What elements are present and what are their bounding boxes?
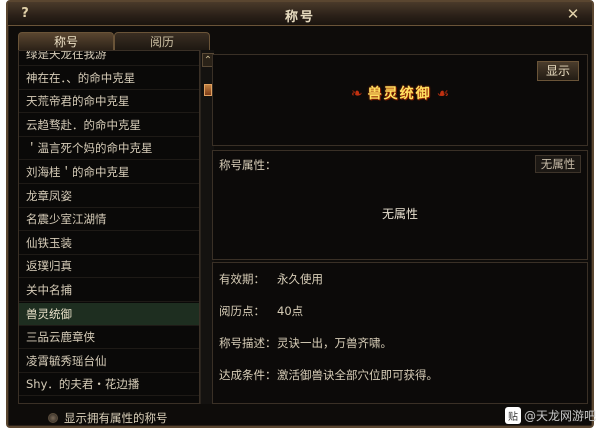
title-list-item[interactable]: 龙章凤姿 [19, 185, 199, 208]
watermark-badge: 贴 [504, 407, 521, 424]
scroll-thumb[interactable] [204, 84, 212, 96]
attribute-filter[interactable]: 显示拥有属性的称号 [48, 410, 168, 426]
attribute-value: 无属性 [381, 207, 418, 221]
show-button[interactable]: 显示 [537, 61, 579, 81]
window-title: 称号 [284, 10, 315, 25]
close-icon[interactable]: ✕ [564, 5, 582, 23]
condition-value: 激活御兽诀全部穴位即可获得。 [277, 368, 438, 382]
attribute-panel: 称号属性： 无属性 无属性 [212, 150, 588, 260]
title-list-item[interactable]: 凌霄毓秀瑶台仙 [19, 350, 199, 373]
title-list-item[interactable]: 刘海桂＇的命中克星 [19, 161, 199, 184]
title-list-item[interactable]: 三品云鹿章侠 [19, 326, 199, 350]
attribute-button[interactable]: 无属性 [535, 155, 581, 173]
preview-panel: 显示 ❧ 兽灵统御 ☙ [212, 54, 588, 146]
watermark-text: @天龙网游吧 [523, 409, 596, 423]
title-list-item[interactable]: ＇温言死个妈的命中克星 [19, 137, 199, 161]
experience-row: 阅历点： 40点 [219, 303, 303, 319]
validity-label: 有效期： [219, 272, 265, 286]
title-window: ? 称号 ✕ 称号 阅历 绿是天龙往我游 神在在．、的命中克星 天荒帝君的命中克星云… [6, 0, 594, 428]
watermark: 贴 @天龙网游吧 [504, 407, 596, 424]
experience-label: 阅历点： [219, 304, 265, 318]
condition-label: 达成条件： [219, 368, 277, 382]
filter-radio-icon[interactable] [48, 413, 58, 423]
title-emblem: ❧ 兽灵统御 ☙ [213, 83, 587, 109]
experience-value: 40点 [277, 304, 304, 318]
emblem-left-wing-icon: ❧ [350, 86, 363, 102]
title-list-item[interactable]: 天荒帝君的命中克星 [19, 90, 199, 114]
tab-experience[interactable]: 阅历 [114, 32, 210, 50]
detail-panel: 有效期： 永久使用 阅历点： 40点 称号描述：灵诀一出，万兽齐啸。 达成条件：激活… [212, 262, 588, 404]
emblem-text: 兽灵统御 [367, 86, 432, 102]
title-list-item[interactable]: 仙铁玉装 [19, 232, 199, 255]
title-bar: ? 称号 ✕ [8, 2, 592, 26]
validity-value: 永久使用 [277, 272, 323, 286]
validity-row: 有效期： 永久使用 [219, 271, 323, 287]
description-label: 称号描述： [219, 336, 277, 350]
title-list-item[interactable]: 绿是天龙往我游 [19, 51, 199, 66]
tab-title[interactable]: 称号 [18, 32, 114, 50]
title-list: 绿是天龙往我游 神在在．、的命中克星 天荒帝君的命中克星 云趋骛赴．的命中克星 ＇温言死… [18, 50, 200, 404]
condition-row: 达成条件：激活御兽诀全部穴位即可获得。 [219, 367, 438, 383]
title-list-item[interactable]: 名震少室江湖情 [19, 208, 199, 232]
title-list-item[interactable]: Shy．的夫君・花边播 [19, 373, 199, 397]
description-value: 灵诀一出，万兽齐啸。 [277, 336, 392, 350]
title-list-item[interactable]: 兽灵统御 [19, 302, 199, 326]
title-list-item[interactable]: 返璞归真 [19, 255, 199, 279]
description-row: 称号描述：灵诀一出，万兽齐啸。 [219, 335, 392, 351]
title-list-item[interactable]: 关中名捕 [19, 279, 199, 302]
title-list-item[interactable]: 云趋骛赴．的命中克星 [19, 114, 199, 137]
emblem-right-wing-icon: ☙ [436, 86, 450, 102]
filter-label: 显示拥有属性的称号 [64, 411, 168, 425]
title-list-item[interactable]: 神在在．、的命中克星 [19, 67, 199, 90]
attribute-label: 称号属性： [219, 158, 277, 172]
